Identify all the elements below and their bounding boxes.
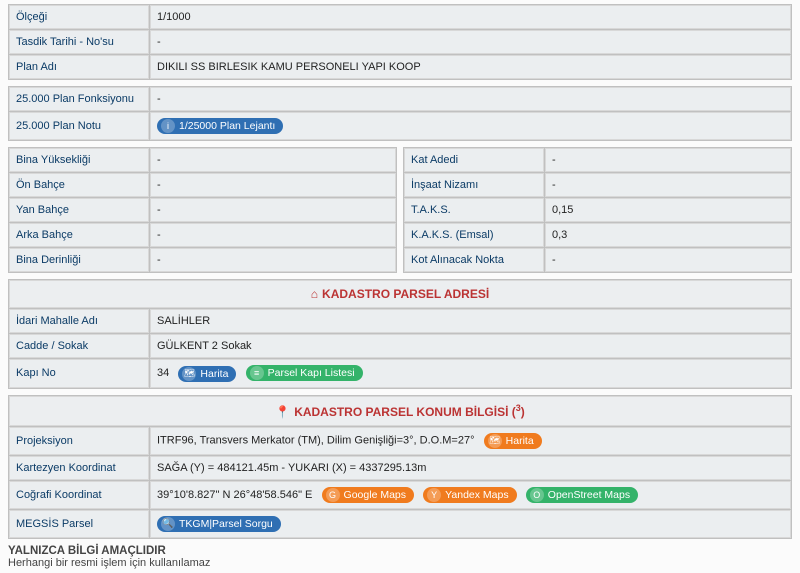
onbahce-label: Ön Bahçe	[9, 173, 149, 197]
kapino-value: 34	[157, 367, 169, 379]
map-icon: G	[326, 488, 340, 502]
map-icon: O	[530, 488, 544, 502]
info-icon: i	[161, 119, 175, 133]
proj-label: Projeksiyon	[9, 427, 149, 455]
konum-header: 📍KADASTRO PARSEL KONUM BİLGİSİ (3)	[9, 396, 791, 426]
osm-button[interactable]: OOpenStreet Maps	[526, 487, 638, 503]
planadi-label: Plan Adı	[9, 55, 149, 79]
binayuk-label: Bina Yüksekliği	[9, 148, 149, 172]
megsis-label: MEGSİS Parsel	[9, 510, 149, 538]
home-icon: ⌂	[311, 287, 318, 301]
konum-table: 📍KADASTRO PARSEL KONUM BİLGİSİ (3) Proje…	[8, 395, 792, 539]
kart-label: Kartezyen Koordinat	[9, 456, 149, 480]
plan-table: Ölçeği 1/1000 Tasdik Tarihi - No'su - Pl…	[8, 4, 792, 80]
katadedi-label: Kat Adedi	[404, 148, 544, 172]
insaat-label: İnşaat Nizamı	[404, 173, 544, 197]
binader-label: Bina Derinliği	[9, 248, 149, 272]
adres-header: ⌂KADASTRO PARSEL ADRESİ	[9, 280, 791, 308]
kot-value: -	[545, 248, 791, 272]
search-icon: 🔍	[161, 517, 175, 531]
binayuk-value: -	[150, 148, 396, 172]
adres-table: ⌂KADASTRO PARSEL ADRESİ İdari Mahalle Ad…	[8, 279, 792, 389]
footer-sub: Herhangi bir resmi işlem için kullanılam…	[8, 557, 792, 569]
binader-value: -	[150, 248, 396, 272]
proj-value: ITRF96, Transvers Merkator (TM), Dilim G…	[157, 434, 474, 446]
dims-right-table: Kat Adedi- İnşaat Nizamı- T.A.K.S.0,15 K…	[403, 147, 792, 273]
planadi-value: DIKILI SS BIRLESIK KAMU PERSONELI YAPI K…	[150, 55, 791, 79]
fonksiyon-value: -	[150, 87, 791, 111]
proj-cell: ITRF96, Transvers Merkator (TM), Dilim G…	[150, 427, 791, 455]
tasdik-value: -	[150, 30, 791, 54]
pin-icon: 📍	[275, 405, 290, 419]
proj-harita-button[interactable]: 🗺Harita	[484, 433, 542, 449]
kart-value: SAĞA (Y) = 484121.45m - YUKARI (X) = 433…	[150, 456, 791, 480]
cog-label: Coğrafi Koordinat	[9, 481, 149, 509]
megsis-button[interactable]: 🔍TKGM|Parsel Sorgu	[157, 516, 281, 532]
cadde-label: Cadde / Sokak	[9, 334, 149, 358]
katadedi-value: -	[545, 148, 791, 172]
olcegi-value: 1/1000	[150, 5, 791, 29]
plan25-table: 25.000 Plan Fonksiyonu - 25.000 Plan Not…	[8, 86, 792, 141]
notu-value: i1/25000 Plan Lejantı	[150, 112, 791, 140]
megsis-cell: 🔍TKGM|Parsel Sorgu	[150, 510, 791, 538]
cog-value: 39°10'8.827" N 26°48'58.546" E	[157, 489, 312, 501]
harita-button[interactable]: 🗺Harita	[178, 366, 236, 382]
kot-label: Kot Alınacak Nokta	[404, 248, 544, 272]
ymaps-button[interactable]: YYandex Maps	[423, 487, 516, 503]
footer-title: YALNIZCA BİLGİ AMAÇLIDIR	[8, 545, 792, 557]
notu-label: 25.000 Plan Notu	[9, 112, 149, 140]
yanbahce-value: -	[150, 198, 396, 222]
olcegi-label: Ölçeği	[9, 5, 149, 29]
map-icon: Y	[427, 488, 441, 502]
dims-left-table: Bina Yüksekliği- Ön Bahçe- Yan Bahçe- Ar…	[8, 147, 397, 273]
fonksiyon-label: 25.000 Plan Fonksiyonu	[9, 87, 149, 111]
map-icon: 🗺	[182, 367, 196, 381]
list-icon: ≡	[250, 366, 264, 380]
taks-label: T.A.K.S.	[404, 198, 544, 222]
gmaps-button[interactable]: GGoogle Maps	[322, 487, 414, 503]
mahalle-value: SALİHLER	[150, 309, 791, 333]
insaat-value: -	[545, 173, 791, 197]
cadde-value: GÜLKENT 2 Sokak	[150, 334, 791, 358]
footer: YALNIZCA BİLGİ AMAÇLIDIR Herhangi bir re…	[8, 545, 792, 569]
mahalle-label: İdari Mahalle Adı	[9, 309, 149, 333]
kapino-label: Kapı No	[9, 359, 149, 388]
arkabahce-label: Arka Bahçe	[9, 223, 149, 247]
map-icon: 🗺	[488, 434, 502, 448]
tasdik-label: Tasdik Tarihi - No'su	[9, 30, 149, 54]
taks-value: 0,15	[545, 198, 791, 222]
lejant-button[interactable]: i1/25000 Plan Lejantı	[157, 118, 283, 134]
parsel-kapi-button[interactable]: ≡Parsel Kapı Listesi	[246, 365, 363, 381]
onbahce-value: -	[150, 173, 396, 197]
cog-cell: 39°10'8.827" N 26°48'58.546" E GGoogle M…	[150, 481, 791, 509]
kapino-cell: 34 🗺Harita ≡Parsel Kapı Listesi	[150, 359, 791, 388]
kaks-label: K.A.K.S. (Emsal)	[404, 223, 544, 247]
yanbahce-label: Yan Bahçe	[9, 198, 149, 222]
kaks-value: 0,3	[545, 223, 791, 247]
arkabahce-value: -	[150, 223, 396, 247]
